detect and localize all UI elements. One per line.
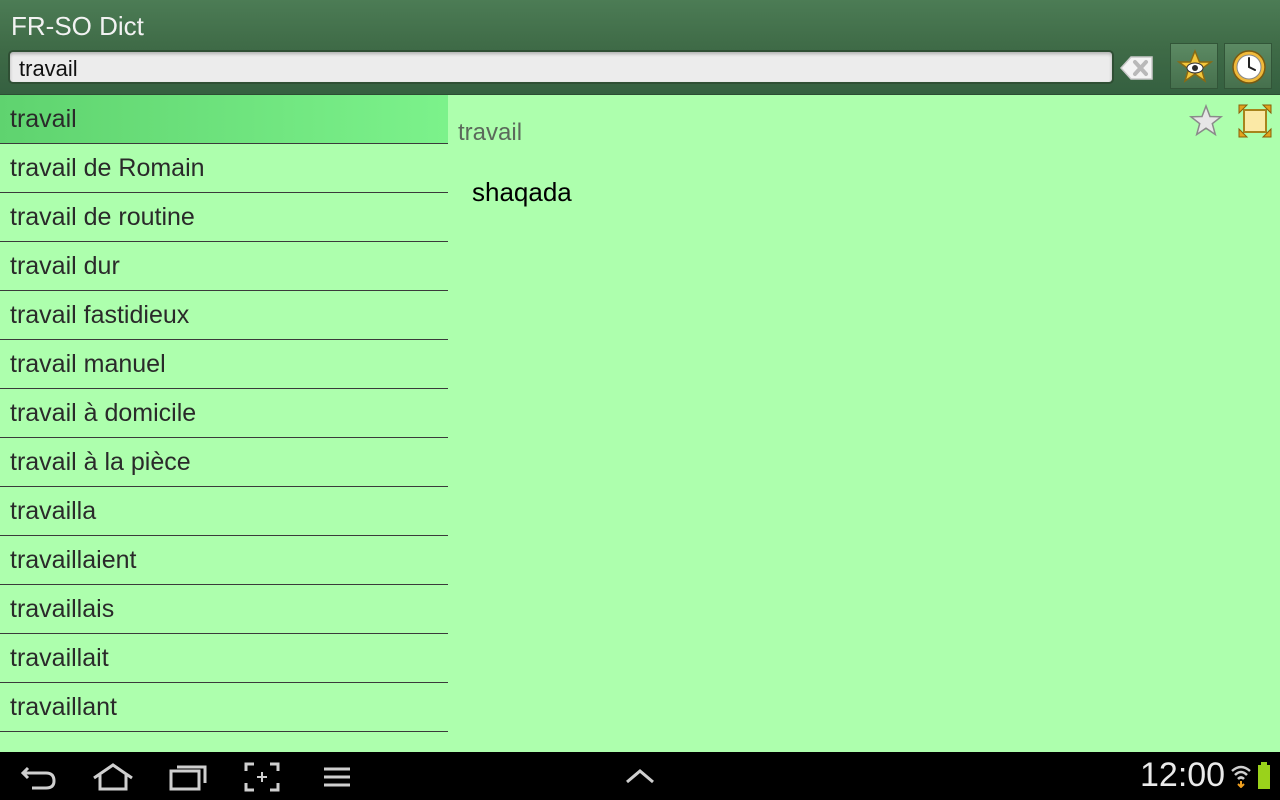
- word-list-item[interactable]: travail de Romain: [0, 144, 448, 193]
- menu-icon[interactable]: [322, 762, 352, 792]
- word-list-item[interactable]: travail fastidieux: [0, 291, 448, 340]
- up-arrow-icon[interactable]: [624, 762, 656, 792]
- action-bar: FR-SO Dict travail: [0, 0, 1280, 95]
- word-list-item[interactable]: travaillaient: [0, 536, 448, 585]
- word-list-item[interactable]: travaillais: [0, 585, 448, 634]
- word-list-item[interactable]: travail de routine: [0, 193, 448, 242]
- word-list-item[interactable]: travail: [0, 95, 448, 144]
- back-icon[interactable]: [20, 762, 58, 792]
- history-button[interactable]: [1224, 43, 1272, 89]
- star-icon[interactable]: [1188, 103, 1224, 144]
- star-eye-icon: [1177, 49, 1213, 83]
- word-list-item[interactable]: travail à domicile: [0, 389, 448, 438]
- favorites-button[interactable]: [1170, 43, 1218, 89]
- detail-pane: travail shaqada: [448, 95, 1280, 752]
- word-list-item[interactable]: travaillait: [0, 634, 448, 683]
- system-bar: 12:00: [0, 752, 1280, 800]
- word-list-item[interactable]: travail dur: [0, 242, 448, 291]
- word-list-item[interactable]: travailla: [0, 487, 448, 536]
- detail-headword: travail: [458, 119, 523, 146]
- search-input[interactable]: travail: [8, 50, 1114, 84]
- detail-translation: shaqada: [472, 177, 572, 207]
- clock-icon: [1232, 50, 1266, 84]
- screenshot-icon[interactable]: [244, 762, 280, 792]
- wifi-icon: [1231, 765, 1251, 788]
- clock-text: 12:00: [1140, 756, 1226, 794]
- word-list-item[interactable]: travaillant: [0, 683, 448, 732]
- word-list-item[interactable]: travail à la pièce: [0, 438, 448, 487]
- battery-icon: [1258, 762, 1270, 789]
- home-icon[interactable]: [92, 762, 134, 792]
- word-list: travail travail de Romain travail de routi…: [0, 95, 448, 752]
- app-title: FR-SO Dict: [11, 11, 144, 41]
- recent-apps-icon[interactable]: [168, 762, 208, 792]
- fullscreen-icon[interactable]: [1237, 103, 1273, 144]
- word-list-item[interactable]: travail manuel: [0, 340, 448, 389]
- clear-text-icon[interactable]: [1119, 53, 1155, 83]
